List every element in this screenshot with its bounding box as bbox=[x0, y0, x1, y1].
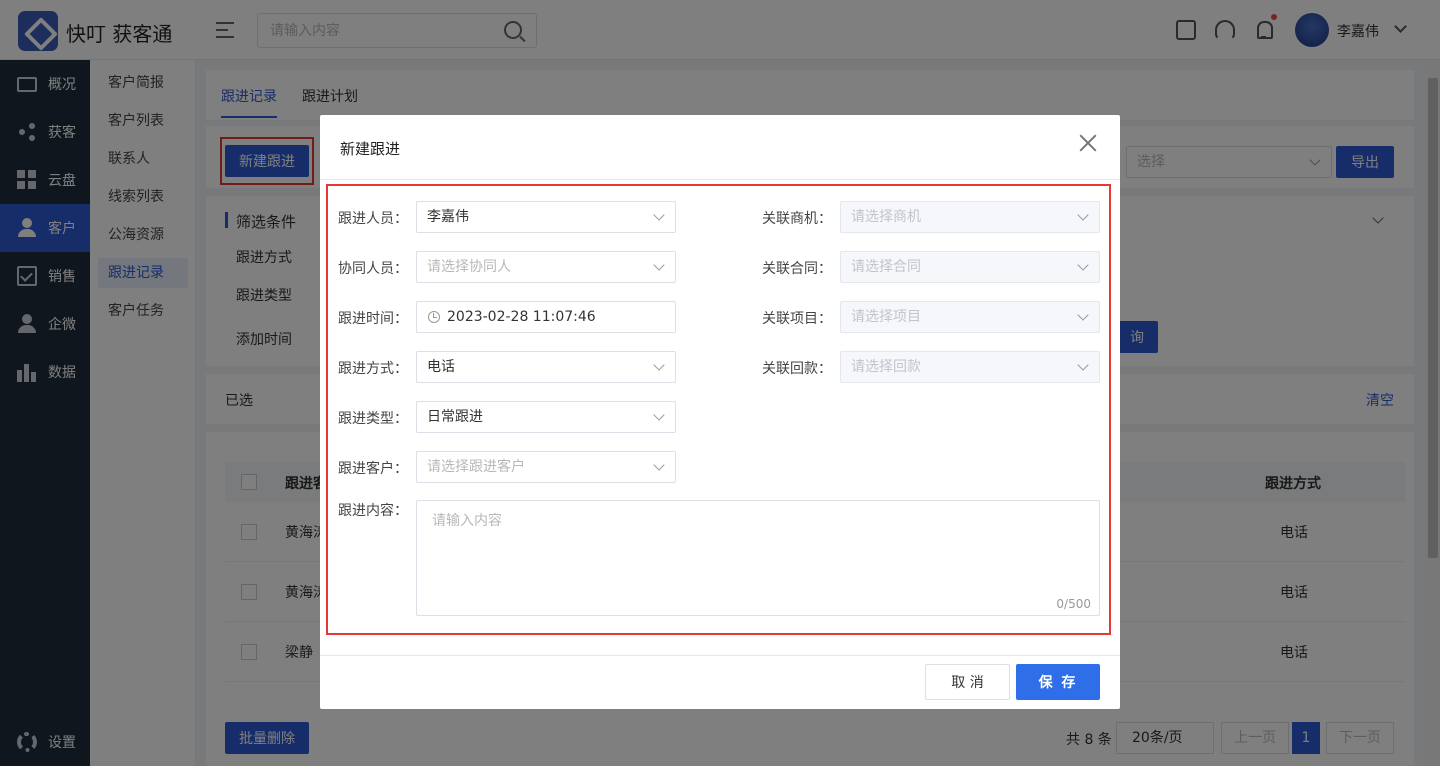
chevron-down-icon bbox=[653, 409, 665, 421]
follower-select[interactable]: 李嘉伟 bbox=[416, 201, 676, 233]
label-project: 关联项目： bbox=[762, 311, 832, 327]
label-follow-method: 跟进方式： bbox=[338, 361, 408, 377]
label-follow-type: 跟进类型： bbox=[338, 411, 408, 427]
modal-footer-divider bbox=[320, 655, 1120, 656]
clock-icon bbox=[428, 311, 440, 323]
label-contract: 关联合同： bbox=[762, 261, 832, 277]
content-textarea-wrap[interactable]: 0/500 bbox=[416, 500, 1100, 616]
close-icon[interactable] bbox=[1077, 132, 1099, 154]
project-select[interactable]: 请选择项目 bbox=[840, 301, 1100, 333]
label-follow-time: 跟进时间： bbox=[338, 311, 408, 327]
label-follower: 跟进人员： bbox=[338, 211, 408, 227]
label-payment: 关联回款： bbox=[762, 361, 832, 377]
chevron-down-icon bbox=[1077, 309, 1089, 321]
chevron-down-icon bbox=[1077, 359, 1089, 371]
save-button[interactable]: 保 存 bbox=[1016, 664, 1100, 700]
label-content: 跟进内容： bbox=[338, 503, 408, 519]
collaborator-select[interactable]: 请选择协同人 bbox=[416, 251, 676, 283]
follow-customer-select[interactable]: 请选择跟进客户 bbox=[416, 451, 676, 483]
new-follow-modal: 新建跟进 跟进人员： 李嘉伟 协同人员： 请选择协同人 跟进时间： 2023-0… bbox=[320, 115, 1120, 709]
label-collaborator: 协同人员： bbox=[338, 261, 408, 277]
contract-select[interactable]: 请选择合同 bbox=[840, 251, 1100, 283]
modal-header-divider bbox=[320, 179, 1120, 180]
chevron-down-icon bbox=[653, 209, 665, 221]
opportunity-select[interactable]: 请选择商机 bbox=[840, 201, 1100, 233]
label-opportunity: 关联商机： bbox=[762, 211, 832, 227]
chevron-down-icon bbox=[653, 259, 665, 271]
follow-time-picker[interactable]: 2023-02-28 11:07:46 bbox=[416, 301, 676, 333]
content-textarea[interactable] bbox=[417, 501, 1099, 615]
cancel-button[interactable]: 取 消 bbox=[925, 664, 1010, 700]
follow-type-select[interactable]: 日常跟进 bbox=[416, 401, 676, 433]
modal-title: 新建跟进 bbox=[340, 140, 401, 158]
follow-method-select[interactable]: 电话 bbox=[416, 351, 676, 383]
label-follow-customer: 跟进客户： bbox=[338, 461, 408, 477]
char-counter: 0/500 bbox=[1056, 597, 1091, 611]
chevron-down-icon bbox=[653, 459, 665, 471]
chevron-down-icon bbox=[1077, 209, 1089, 221]
chevron-down-icon bbox=[653, 359, 665, 371]
chevron-down-icon bbox=[1077, 259, 1089, 271]
highlight-frame-form: 跟进人员： 李嘉伟 协同人员： 请选择协同人 跟进时间： 2023-02-28 … bbox=[326, 184, 1111, 635]
payment-select[interactable]: 请选择回款 bbox=[840, 351, 1100, 383]
